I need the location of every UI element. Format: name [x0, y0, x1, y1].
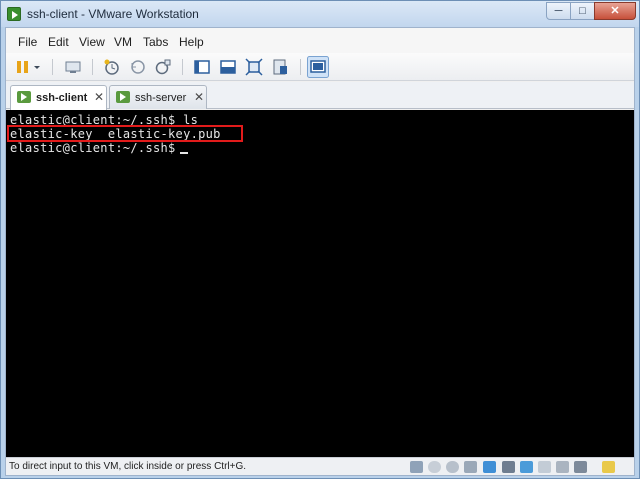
tab-strip: ssh-client ✕ ssh-server ✕	[6, 82, 634, 110]
tab-close-icon[interactable]: ✕	[194, 90, 204, 104]
menu-edit[interactable]: Edit	[48, 35, 69, 49]
toolbar-separator	[92, 59, 93, 75]
hard-disk-icon[interactable]	[410, 461, 423, 473]
text-cursor	[179, 152, 188, 154]
minimize-button[interactable]: ─	[546, 2, 571, 20]
menu-bar: File Edit View VM Tabs Help	[6, 28, 634, 54]
vm-running-icon	[116, 91, 130, 103]
vm-console[interactable]: elastic@client:~/.ssh$ ls elastic-key el…	[6, 110, 634, 457]
usb-controller-icon[interactable]	[502, 461, 515, 473]
dropdown-arrow-icon[interactable]	[32, 58, 42, 76]
floppy-icon[interactable]	[464, 461, 477, 473]
sound-card-icon[interactable]	[520, 461, 533, 473]
message-log-icon[interactable]	[602, 461, 615, 473]
fullscreen-icon[interactable]	[245, 58, 263, 76]
console-view-icon[interactable]	[193, 58, 211, 76]
menu-file[interactable]: File	[18, 35, 37, 49]
tab-close-icon[interactable]: ✕	[94, 90, 104, 104]
menu-tabs[interactable]: Tabs	[143, 35, 168, 49]
client-area: File Edit View VM Tabs Help ssh-client ✕…	[5, 27, 635, 476]
status-bar: To direct input to this VM, click inside…	[6, 457, 634, 475]
menu-view[interactable]: View	[79, 35, 105, 49]
vm-running-icon	[17, 91, 31, 103]
vmware-window: ssh-client - VMware Workstation ─ □ ✕ Fi…	[0, 0, 640, 479]
tab-label: ssh-server	[135, 92, 187, 104]
tab-label: ssh-client	[36, 92, 88, 104]
send-ctrl-alt-del-icon[interactable]	[64, 58, 82, 76]
tab-ssh-server[interactable]: ssh-server ✕	[109, 85, 207, 109]
pause-icon[interactable]	[14, 58, 32, 76]
unity-icon[interactable]	[271, 58, 289, 76]
cd-dvd-icon[interactable]	[428, 461, 441, 473]
title-bar[interactable]: ssh-client - VMware Workstation ─ □ ✕	[1, 1, 639, 27]
thumbnail-icon[interactable]	[307, 56, 329, 78]
terminal-prompt: elastic@client:~/.ssh$	[10, 141, 176, 155]
network-adapter-icon[interactable]	[483, 461, 496, 473]
toolbar	[6, 53, 634, 81]
toolbar-separator	[300, 59, 301, 75]
printer-icon[interactable]	[538, 461, 551, 473]
menu-help[interactable]: Help	[179, 35, 204, 49]
device-icon[interactable]	[574, 461, 587, 473]
cd-dvd-2-icon[interactable]	[446, 461, 459, 473]
maximize-button[interactable]: □	[570, 2, 595, 20]
terminal-prompt-line: elastic@client:~/.ssh$	[10, 141, 188, 155]
snapshot-icon[interactable]	[103, 58, 121, 76]
snapshot-manager-icon[interactable]	[154, 58, 172, 76]
menu-vm[interactable]: VM	[114, 35, 132, 49]
quick-switch-icon[interactable]	[219, 58, 237, 76]
highlight-box	[7, 125, 243, 142]
tab-ssh-client[interactable]: ssh-client ✕	[10, 85, 107, 110]
window-title: ssh-client - VMware Workstation	[27, 7, 199, 21]
vmware-app-icon	[7, 7, 21, 21]
revert-snapshot-icon[interactable]	[129, 58, 147, 76]
status-message: To direct input to this VM, click inside…	[9, 461, 247, 472]
toolbar-separator	[182, 59, 183, 75]
toolbar-separator	[52, 59, 53, 75]
close-button[interactable]: ✕	[594, 2, 636, 20]
display-icon[interactable]	[556, 461, 569, 473]
